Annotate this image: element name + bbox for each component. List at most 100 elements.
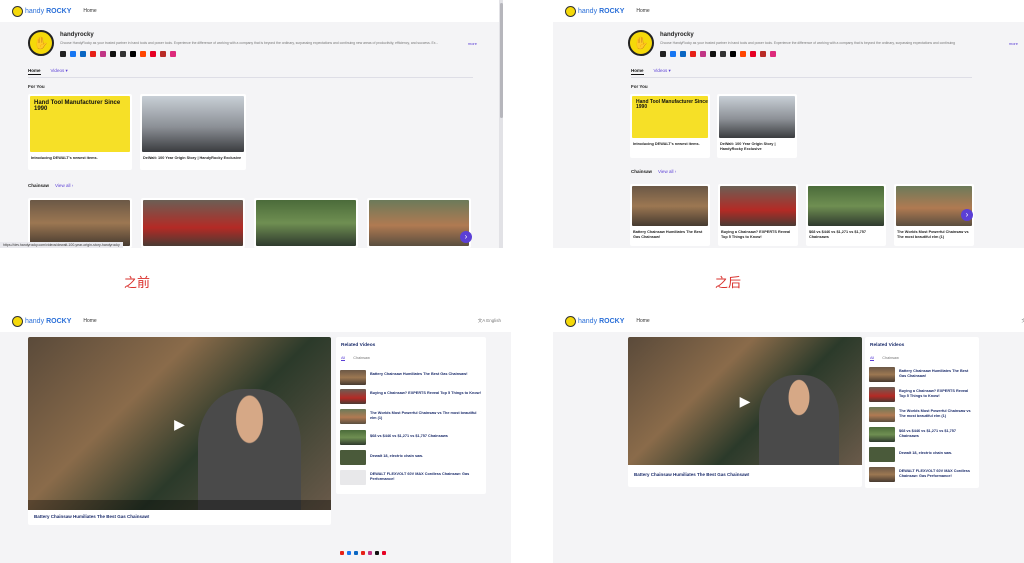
video-card[interactable]: $68 vs $446 vs $1,271 vs $1,757 Chainsaw…: [806, 184, 886, 246]
linkedin-icon[interactable]: [680, 51, 686, 57]
tiktok-icon[interactable]: [710, 51, 716, 57]
pinterest-icon[interactable]: [750, 51, 756, 57]
nav-home[interactable]: Home: [636, 318, 649, 324]
carousel-next-button[interactable]: ›: [961, 209, 973, 221]
video-title: Battery Chainsaw Humiliates The Best Gas…: [634, 472, 750, 477]
video-thumbnail: [719, 96, 795, 138]
video-card[interactable]: [28, 198, 132, 248]
related-item[interactable]: Battery Chainsaw Humiliates The Best Gas…: [340, 370, 482, 387]
threads-icon[interactable]: [120, 51, 126, 57]
related-item[interactable]: Dewalt 18, electric chain saw.: [869, 447, 975, 464]
related-item[interactable]: $68 vs $446 vs $1,271 vs $1,757 Chainsaw…: [869, 427, 975, 444]
related-item[interactable]: Battery Chainsaw Humiliates The Best Gas…: [869, 367, 975, 384]
video-card[interactable]: Buying a Chainsaw? EXPERTS Reveal Top 5 …: [718, 184, 798, 246]
related-tabs: All Chainsaw: [341, 356, 370, 361]
video-card[interactable]: [254, 198, 358, 248]
related-title: Battery Chainsaw Humiliates The Best Gas…: [899, 369, 969, 379]
video-player[interactable]: ▶: [28, 337, 331, 510]
video-card[interactable]: DeWalt: 100 Year Origin Story | HandyRoc…: [140, 94, 246, 170]
channel-description: Choose HandyRocky as your trusted partne…: [60, 41, 439, 45]
video-card[interactable]: [367, 198, 471, 248]
nav-home[interactable]: Home: [83, 318, 96, 324]
tiktok-icon[interactable]: [110, 51, 116, 57]
related-item[interactable]: Buying a Chainsaw? EXPERTS Reveal Top 5 …: [869, 387, 975, 404]
more-link[interactable]: more: [1009, 41, 1018, 46]
instagram-icon[interactable]: [100, 51, 106, 57]
linkedin-icon[interactable]: [354, 551, 358, 555]
scrollbar[interactable]: [499, 0, 503, 248]
video-card[interactable]: [141, 198, 245, 248]
facebook-icon[interactable]: [347, 551, 351, 555]
logo[interactable]: handy ROCKY: [565, 5, 624, 17]
pinterest-icon[interactable]: [150, 51, 156, 57]
instagram-icon[interactable]: [368, 551, 372, 555]
facebook-icon[interactable]: [70, 51, 76, 57]
play-icon[interactable]: ▶: [736, 392, 754, 410]
related-title: Dewalt 18, electric chain saw.: [370, 454, 424, 458]
video-card[interactable]: Hand Tool Manufacturer Since 1990 Introd…: [28, 94, 132, 170]
view-all-link[interactable]: View all ›: [658, 169, 676, 174]
instagram-icon[interactable]: [170, 51, 176, 57]
logo-text-handy: handy: [578, 7, 598, 15]
related-item[interactable]: DEWALT FLEXVOLT 60V MAX Cordless Chainsa…: [869, 467, 975, 484]
tab-videos[interactable]: Videos ▾: [51, 68, 68, 75]
instagram-icon[interactable]: [770, 51, 776, 57]
related-title: DEWALT FLEXVOLT 60V MAX Cordless Chainsa…: [370, 472, 470, 482]
view-all-link[interactable]: View all ›: [55, 183, 73, 188]
tiktok-icon[interactable]: [375, 551, 379, 555]
video-card[interactable]: Hand Tool Manufacturer Since 1990 Introd…: [630, 94, 710, 158]
video-title: Introducing DEWALT's newest items.: [31, 156, 98, 160]
pinterest-icon[interactable]: [382, 551, 386, 555]
video-thumbnail: Hand Tool Manufacturer Since 1990: [632, 96, 708, 138]
linkedin-icon[interactable]: [80, 51, 86, 57]
youtube-icon[interactable]: [690, 51, 696, 57]
youtube-icon[interactable]: [361, 551, 365, 555]
play-icon[interactable]: ▶: [171, 415, 189, 433]
tab-chainsaw[interactable]: Chainsaw: [882, 356, 899, 361]
logo[interactable]: handy ROCKY: [12, 5, 71, 17]
logo[interactable]: handy ROCKY: [565, 315, 624, 327]
threads-icon[interactable]: [720, 51, 726, 57]
carousel-next-button[interactable]: ›: [460, 231, 472, 243]
related-item[interactable]: Buying a Chainsaw? EXPERTS Reveal Top 5 …: [340, 389, 482, 406]
related-item[interactable]: The Worlds Most Powerful Chainsaw vs The…: [869, 407, 975, 424]
before-video-panel: handy ROCKY Home 文A English ▶ Battery Ch…: [0, 310, 511, 563]
more-link[interactable]: more: [468, 41, 477, 46]
footer-logo-icon[interactable]: [340, 551, 344, 555]
related-item[interactable]: $68 vs $446 vs $1,271 vs $1,757 Chainsaw…: [340, 430, 482, 447]
tab-home[interactable]: Home: [631, 68, 644, 75]
nav-home[interactable]: Home: [83, 8, 96, 14]
section-title-chainsaw: Chainsaw View all ›: [631, 169, 676, 174]
language-switcher[interactable]: 文A English: [478, 318, 501, 324]
instagram-icon[interactable]: [700, 51, 706, 57]
tab-home[interactable]: Home: [28, 68, 41, 75]
tab-chainsaw[interactable]: Chainsaw: [353, 356, 370, 361]
related-item[interactable]: The Worlds Most Powerful Chainsaw vs The…: [340, 409, 482, 426]
nav-home[interactable]: Home: [636, 8, 649, 14]
logo[interactable]: handy ROCKY: [12, 315, 71, 327]
tab-all[interactable]: All: [341, 356, 346, 361]
video-card[interactable]: DeWalt: 100 Year Origin Story | HandyRoc…: [717, 94, 797, 158]
related-tabs: All Chainsaw: [870, 356, 899, 361]
video-thumbnail: [256, 200, 356, 246]
scrollbar-thumb[interactable]: [499, 3, 503, 118]
video-player[interactable]: ▶: [628, 337, 862, 465]
home-icon[interactable]: [60, 51, 66, 57]
reddit-icon[interactable]: [740, 51, 746, 57]
tab-videos[interactable]: Videos ▾: [654, 68, 671, 75]
related-item[interactable]: Dewalt 18, electric chain saw.: [340, 450, 482, 467]
youtube-icon[interactable]: [90, 51, 96, 57]
related-item[interactable]: DEWALT FLEXVOLT 60V MAX Cordless Chainsa…: [340, 470, 482, 487]
related-title: DEWALT FLEXVOLT 60V MAX Cordless Chainsa…: [899, 469, 970, 479]
video-card[interactable]: Battery Chainsaw Humiliates The Best Gas…: [630, 184, 710, 246]
reddit-icon[interactable]: [140, 51, 146, 57]
x-icon[interactable]: [130, 51, 136, 57]
hand-icon: ✋: [633, 36, 649, 50]
quora-icon[interactable]: [160, 51, 166, 57]
quora-icon[interactable]: [760, 51, 766, 57]
facebook-icon[interactable]: [670, 51, 676, 57]
x-icon[interactable]: [730, 51, 736, 57]
tab-all[interactable]: All: [870, 356, 875, 361]
player-controls[interactable]: [28, 500, 331, 510]
home-icon[interactable]: [660, 51, 666, 57]
